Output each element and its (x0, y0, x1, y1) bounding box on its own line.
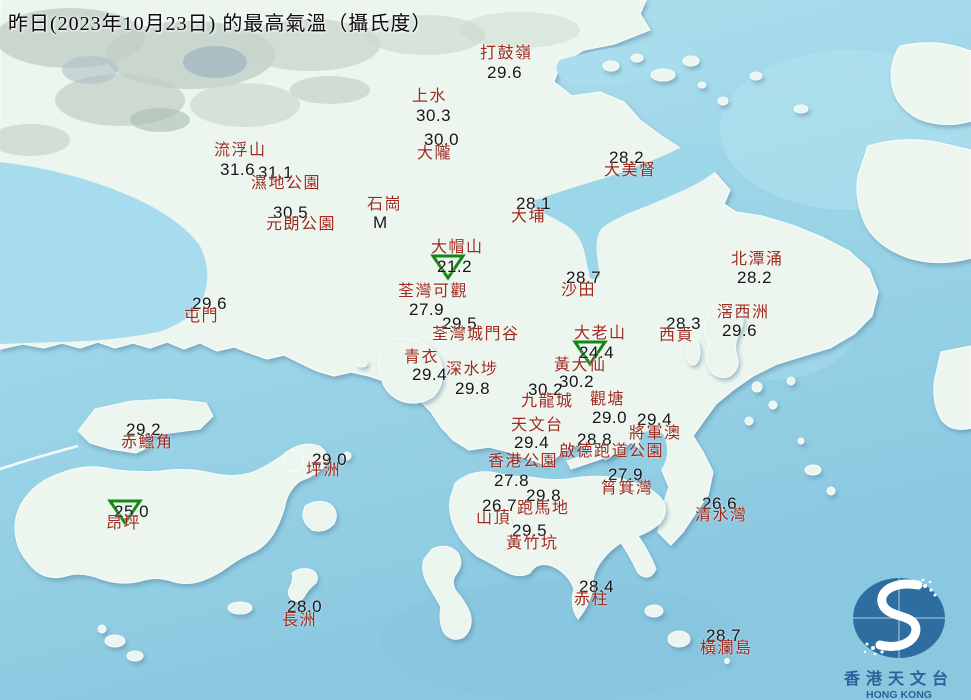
station-name: 天文台 (511, 417, 564, 434)
station-name: 山頂 (476, 510, 512, 527)
station-name: 昂坪 (106, 515, 142, 532)
station-name: 深水埗 (446, 361, 499, 378)
station-name: 跑馬地 (517, 500, 570, 517)
station-name: 大隴 (417, 145, 453, 162)
station-name: 大帽山 (431, 239, 484, 256)
station-name: 赤鱲角 (121, 434, 174, 451)
hko-logo-name-en: HONG KONG OBSERVATORY (866, 689, 932, 700)
station-value: 30.3 (416, 106, 452, 125)
station-value: 29.4 (514, 433, 550, 452)
station-name: 筲箕灣 (601, 480, 654, 497)
station-name: 黃大仙 (554, 357, 607, 374)
station-name: 上水 (412, 88, 448, 105)
station-name: 流浮山 (214, 142, 267, 159)
station-value: 29.0 (592, 408, 628, 427)
station-name: 西貢 (659, 327, 695, 344)
station-name: 荃灣城門谷 (432, 326, 520, 343)
station-name: 黃竹坑 (506, 535, 559, 552)
station-value: 27.9 (409, 300, 445, 319)
station-name: 打鼓嶺 (480, 45, 533, 62)
hko-logo-name-cn: 香港天文台 (843, 671, 954, 688)
station-name: 濕地公園 (251, 175, 322, 192)
station-name: 將軍澳 (629, 425, 682, 442)
station-value: 29.6 (487, 63, 523, 82)
station-name: 北潭涌 (731, 251, 784, 268)
station-name: 啟德跑道公園 (559, 443, 665, 460)
shek-kwu-chau-island (227, 601, 253, 615)
hei-ling-chau-island (302, 500, 337, 532)
po-toi-islands (644, 604, 664, 618)
temperature-map: 昨日(2023年10月23日) 的最高氣溫（攝氏度） 29.6 打鼓嶺 30.3 上水… (0, 0, 971, 700)
station-name: 橫瀾島 (700, 640, 753, 657)
hko-logo-mark (853, 578, 945, 658)
station-name: 石崗 (367, 196, 403, 213)
station-name: 觀塘 (590, 391, 626, 408)
station-value: 29.4 (412, 365, 448, 384)
station-name: 大老山 (574, 325, 627, 342)
station-value: 28.2 (737, 268, 773, 287)
station-name: 大埔 (511, 208, 547, 225)
page-title: 昨日(2023年10月23日) 的最高氣溫（攝氏度） (8, 13, 433, 35)
station-name: 清水灣 (695, 507, 748, 524)
soko-islands (104, 634, 126, 648)
station-name: 大美督 (604, 162, 657, 179)
station-value: 29.6 (722, 321, 758, 340)
station-name: 長洲 (282, 612, 318, 629)
station-name: 坪洲 (306, 462, 342, 479)
station-name: 荃灣可觀 (398, 283, 469, 300)
station-value: 29.8 (455, 379, 491, 398)
station-name: 九龍城 (521, 393, 574, 410)
peng-chau-island (283, 449, 304, 472)
station-name: 香港公園 (488, 453, 559, 470)
station-name: 赤柱 (574, 591, 610, 608)
station-value: 31.6 (220, 160, 256, 179)
station-value: M (373, 213, 388, 232)
station-name: 沙田 (561, 282, 597, 299)
hong-kong-map (0, 0, 971, 700)
station-value: 21.2 (437, 257, 473, 276)
ma-wan-island (356, 358, 368, 368)
station-name: 元朗公園 (266, 216, 337, 233)
station-name: 滘西洲 (717, 304, 770, 321)
station-name: 屯門 (184, 308, 220, 325)
station-name: 青衣 (404, 349, 440, 366)
hko-logo: 香港天文台 HONG KONG OBSERVATORY (828, 572, 970, 700)
station-value: 30.2 (559, 372, 595, 391)
station-value: 27.8 (494, 471, 530, 490)
